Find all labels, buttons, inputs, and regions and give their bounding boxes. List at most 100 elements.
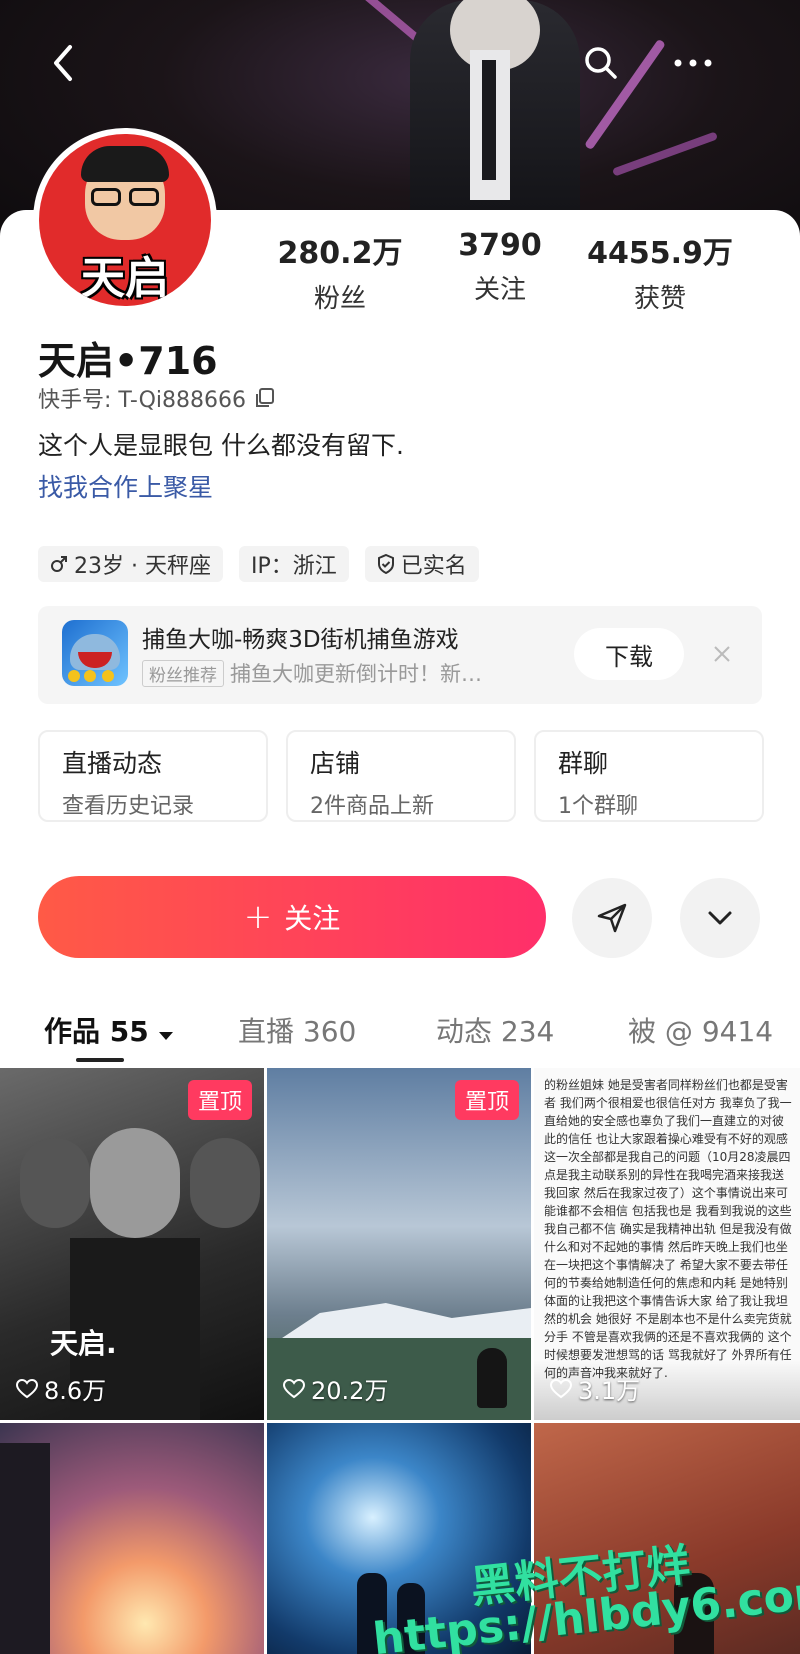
heart-icon [550, 1378, 572, 1398]
tab-moments[interactable]: 动态 234 [436, 1010, 554, 1050]
post-thumb-face [90, 1128, 180, 1238]
heart-icon [16, 1378, 38, 1398]
more-dots-icon [674, 59, 712, 67]
avatar[interactable]: 天启 [33, 128, 217, 312]
post-text: 的粉丝姐妹 她是受害者同样粉丝们也都是受害者 我们两个很相爱也很信任对方 我辜负… [544, 1078, 792, 1380]
post-likes: 3.1万 [550, 1371, 640, 1406]
share-button[interactable] [572, 878, 652, 958]
content-tabs: 作品 55 直播 360 动态 234 被 @ 9414 [0, 1000, 800, 1060]
game-app-icon [62, 620, 128, 686]
uid-text: 快手号: T-Qi888666 [38, 388, 246, 413]
shortcut-title: 群聊 [558, 749, 609, 778]
back-button[interactable] [38, 38, 88, 88]
stat-likes[interactable]: 4455.9万 获赞 [580, 228, 740, 315]
shortcut-shop[interactable]: 店铺 2件商品上新 [286, 730, 516, 822]
tab-live[interactable]: 直播 360 [238, 1010, 356, 1050]
likes-count: 20.2万 [311, 1377, 389, 1405]
profile-stats: 280.2万 粉丝 3790 关注 4455.9万 获赞 [260, 228, 780, 315]
profile-name: 天启•716 [38, 339, 218, 383]
avatar-glasses [129, 188, 159, 206]
shortcut-live-history[interactable]: 直播动态 查看历史记录 [38, 730, 268, 822]
post-tile[interactable] [0, 1423, 264, 1654]
search-button[interactable] [576, 38, 626, 88]
tag-ip: IP：浙江 [238, 546, 349, 582]
collab-link[interactable]: 找我合作上聚星 [38, 468, 213, 504]
shield-check-icon [377, 554, 394, 574]
tab-label: 动态 [436, 1015, 493, 1048]
stat-value: 3790 [458, 228, 542, 263]
tag-verified: 已实名 [364, 546, 479, 582]
chevron-left-icon [54, 45, 72, 81]
avatar-image: 天启 [39, 134, 211, 306]
follow-label: 关注 [284, 902, 341, 935]
tab-count: 55 [109, 1015, 149, 1048]
shortcut-title: 店铺 [310, 749, 361, 778]
profile-bio: 这个人是显眼包 什么都没有留下. [38, 431, 404, 460]
stat-value: 280.2万 [277, 236, 403, 271]
follow-button[interactable]: + 关注 [38, 876, 546, 958]
heart-icon [283, 1378, 305, 1398]
coin-icon [84, 670, 96, 682]
post-likes: 20.2万 [283, 1371, 388, 1406]
ad-banner[interactable]: 捕鱼大咖-畅爽3D街机捕鱼游戏 粉丝推荐 捕鱼大咖更新倒计时！新… 下载 [38, 606, 762, 704]
pinned-badge: 置顶 [454, 1080, 519, 1120]
likes-count: 8.6万 [44, 1377, 107, 1405]
copy-icon[interactable] [254, 387, 276, 409]
shortcut-title: 直播动态 [62, 749, 163, 778]
shortcut-group-chat[interactable]: 群聊 1个群聊 [534, 730, 764, 822]
tab-label: 作品 [44, 1015, 101, 1048]
pinned-badge: 置顶 [187, 1080, 252, 1120]
stat-following[interactable]: 3790 关注 [420, 228, 580, 315]
close-ad-button[interactable] [704, 636, 740, 672]
expand-button[interactable] [680, 878, 760, 958]
post-tile[interactable]: 的粉丝姐妹 她是受害者同样粉丝们也都是受害者 我们两个很相爱也很信任对方 我辜负… [534, 1068, 800, 1420]
avatar-hair [81, 146, 169, 182]
tab-label: 直播 [238, 1015, 295, 1048]
tag-age-text: 23岁 · 天秤座 [74, 554, 211, 579]
profile-tags: 23岁 · 天秤座 IP：浙江 已实名 [38, 546, 479, 582]
ad-subtitle-text: 捕鱼大咖更新倒计时！新… [230, 662, 482, 686]
plus-icon: + [243, 897, 273, 937]
search-icon [585, 47, 617, 79]
avatar-text: 天启 [81, 253, 169, 304]
tab-count: 360 [302, 1015, 357, 1048]
tab-count: 9414 [701, 1015, 774, 1048]
avatar-glasses [91, 188, 121, 206]
tag-ip-text: IP：浙江 [250, 554, 337, 579]
tab-indicator [76, 1058, 124, 1062]
stat-value: 4455.9万 [587, 236, 733, 271]
likes-count: 3.1万 [578, 1377, 641, 1405]
chevron-down-icon [708, 911, 732, 925]
post-tile[interactable]: 天启. 置顶 8.6万 [0, 1068, 264, 1420]
stat-label: 关注 [473, 275, 526, 305]
tab-count: 234 [500, 1015, 555, 1048]
stat-followers[interactable]: 280.2万 粉丝 [260, 228, 420, 315]
shortcut-subtitle: 2件商品上新 [310, 794, 434, 819]
post-thumb-silhouette [0, 1443, 50, 1654]
post-thumb-face [20, 1138, 90, 1228]
tab-mentions[interactable]: 被 @ 9414 [628, 1010, 773, 1050]
shortcut-subtitle: 1个群聊 [558, 794, 638, 819]
tab-label: 被 @ [628, 1015, 693, 1048]
download-button[interactable]: 下载 [574, 628, 684, 680]
post-likes: 8.6万 [16, 1371, 106, 1406]
tab-works[interactable]: 作品 55 [44, 1010, 174, 1050]
shortcut-cards: 直播动态 查看历史记录 店铺 2件商品上新 群聊 1个群聊 [38, 730, 764, 822]
ad-title: 捕鱼大咖-畅爽3D街机捕鱼游戏 [142, 627, 459, 653]
post-thumb-face [190, 1138, 260, 1228]
send-icon [597, 903, 627, 933]
close-icon [714, 646, 730, 662]
shortcut-subtitle: 查看历史记录 [62, 794, 195, 819]
coin-icon [68, 670, 80, 682]
ad-badge: 粉丝推荐 [142, 659, 224, 687]
more-button[interactable] [668, 38, 718, 88]
tag-age-gender: 23岁 · 天秤座 [38, 546, 223, 582]
coin-icon [102, 670, 114, 682]
profile-uid: 快手号: T-Qi888666 [38, 382, 276, 414]
post-caption: 天启. [50, 1327, 117, 1360]
stat-label: 获赞 [633, 284, 686, 314]
tag-verified-text: 已实名 [400, 554, 467, 579]
caret-down-icon [159, 1032, 174, 1040]
post-tile[interactable]: 置顶 20.2万 [267, 1068, 531, 1420]
stat-label: 粉丝 [313, 284, 366, 314]
